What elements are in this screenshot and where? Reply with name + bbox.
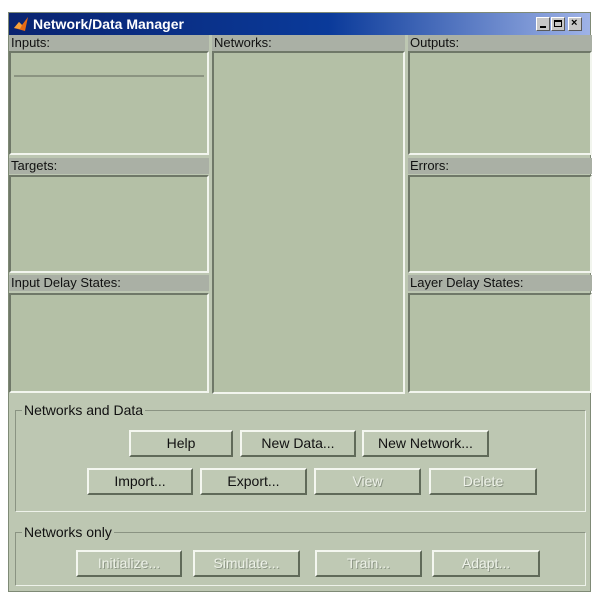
layer-delay-states-label: Layer Delay States: — [408, 275, 592, 291]
targets-label: Targets: — [9, 158, 209, 174]
help-button[interactable]: Help — [129, 430, 233, 457]
maximize-button[interactable] — [551, 17, 565, 31]
close-icon: × — [571, 17, 578, 29]
networks-and-data-title: Networks and Data — [22, 402, 146, 418]
close-button[interactable]: × — [568, 17, 582, 31]
delete-button[interactable]: Delete — [429, 468, 537, 495]
minimize-icon — [540, 26, 546, 28]
new-network-button[interactable]: New Network... — [362, 430, 489, 457]
targets-listbox[interactable] — [9, 175, 209, 273]
new-data-button[interactable]: New Data... — [240, 430, 356, 457]
window-title: Network/Data Manager — [33, 16, 184, 32]
export-button[interactable]: Export... — [200, 468, 307, 495]
maximize-icon — [554, 20, 562, 27]
matlab-logo-icon — [14, 17, 28, 31]
import-button[interactable]: Import... — [87, 468, 193, 495]
initialize-button[interactable]: Initialize... — [76, 550, 182, 577]
title-bar[interactable]: Network/Data Manager × — [9, 13, 590, 35]
input-delay-states-listbox[interactable] — [9, 293, 209, 393]
view-button[interactable]: View — [314, 468, 421, 495]
adapt-button[interactable]: Adapt... — [432, 550, 540, 577]
errors-listbox[interactable] — [408, 175, 592, 273]
networks-listbox[interactable] — [212, 51, 405, 394]
outputs-label: Outputs: — [408, 35, 592, 51]
minimize-button[interactable] — [536, 17, 550, 31]
train-button[interactable]: Train... — [315, 550, 422, 577]
networks-label: Networks: — [212, 35, 405, 51]
inputs-selection-divider — [14, 75, 204, 77]
input-delay-states-label: Input Delay States: — [9, 275, 209, 291]
network-data-manager-window: Network/Data Manager × Inputs: Targets: … — [8, 12, 592, 592]
outputs-listbox[interactable] — [408, 51, 592, 155]
inputs-label: Inputs: — [9, 35, 209, 51]
layer-delay-states-listbox[interactable] — [408, 293, 592, 393]
simulate-button[interactable]: Simulate... — [193, 550, 300, 577]
networks-and-data-group: Networks and Data — [15, 402, 586, 512]
inputs-listbox[interactable] — [9, 51, 209, 155]
networks-only-title: Networks only — [22, 524, 114, 540]
errors-label: Errors: — [408, 158, 592, 174]
